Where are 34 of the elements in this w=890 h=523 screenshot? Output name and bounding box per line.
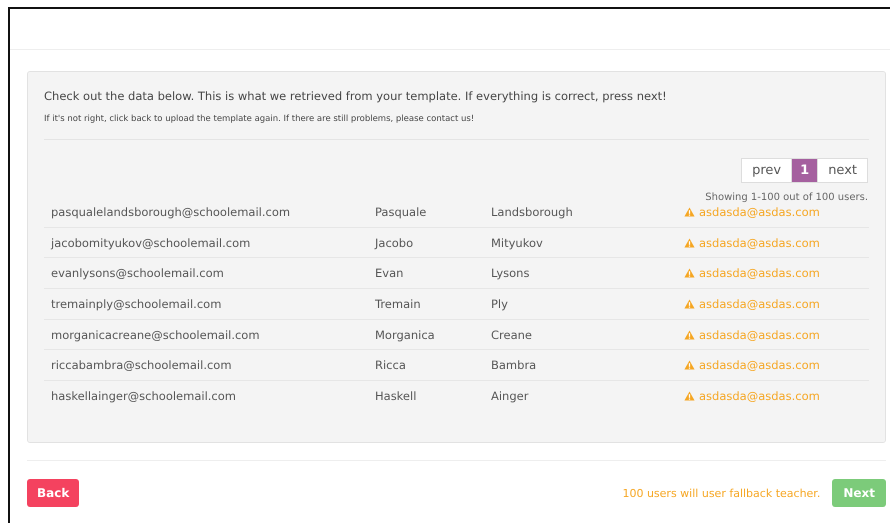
showing-summary: Showing 1-100 out of 100 users.	[705, 192, 868, 203]
email-cell-text: haskellainger@schoolemail.com	[51, 388, 237, 403]
email-cell-text: pasqualelandsborough@schoolemail.com	[51, 204, 292, 219]
email-cell-text: evanlysons@schoolemail.com	[51, 266, 225, 280]
teacher-email-cell: asdasda@asdas.com	[699, 358, 820, 372]
teacher-email-cell: asdasda@asdas.com	[699, 328, 820, 342]
first-name-cell-text: Evan	[375, 266, 404, 280]
first-name-cell-text: Haskell	[375, 388, 418, 403]
email-cell-text: riccabambra@schoolemail.com	[51, 358, 233, 372]
email-cell-text: morganicacreane@schoolemail.com	[51, 328, 261, 342]
last-name-cell-text: Mityukov	[491, 236, 544, 250]
email-cell-text: tremainply@schoolemail.com	[51, 296, 222, 311]
email-cell-text: jacobomityukov@schoolemail.com	[51, 236, 252, 250]
help-text: If it's not right, click back to upload the template again. If there are still problems, please contact us!	[44, 114, 476, 124]
fallback-notice: 100 users will user fallback teacher.	[622, 486, 820, 500]
last-name-cell-text: Creane	[491, 328, 533, 342]
teacher-email-cell: asdasda@asdas.com	[699, 388, 820, 403]
instruction-text: Check out the data below. This is what we retrieved from your template. If everything is correct, press next!	[44, 89, 668, 103]
teacher-email-cell: asdasda@asdas.com	[699, 236, 820, 250]
first-name-cell-text: Jacobo	[375, 236, 414, 250]
back-button[interactable]: Back	[27, 479, 80, 507]
first-name-cell-text: Ricca	[375, 358, 407, 372]
last-name-cell-text: Lysons	[491, 266, 530, 280]
teacher-email-cell: asdasda@asdas.com	[699, 296, 820, 311]
page-button[interactable]: 1	[791, 159, 818, 182]
last-name-cell-text: Bambra	[491, 358, 538, 372]
first-name-cell-text: Pasquale	[375, 204, 428, 219]
last-name-cell-text: Landsborough	[491, 204, 574, 219]
first-name-cell-text: Morganica	[375, 328, 436, 342]
teacher-email-cell: asdasda@asdas.com	[699, 266, 820, 280]
last-name-cell-text: Ply	[491, 296, 509, 311]
first-name-cell-text: Tremain	[375, 296, 422, 311]
teacher-email-cell: asdasda@asdas.com	[699, 204, 820, 219]
last-name-cell-text: Ainger	[491, 388, 530, 403]
